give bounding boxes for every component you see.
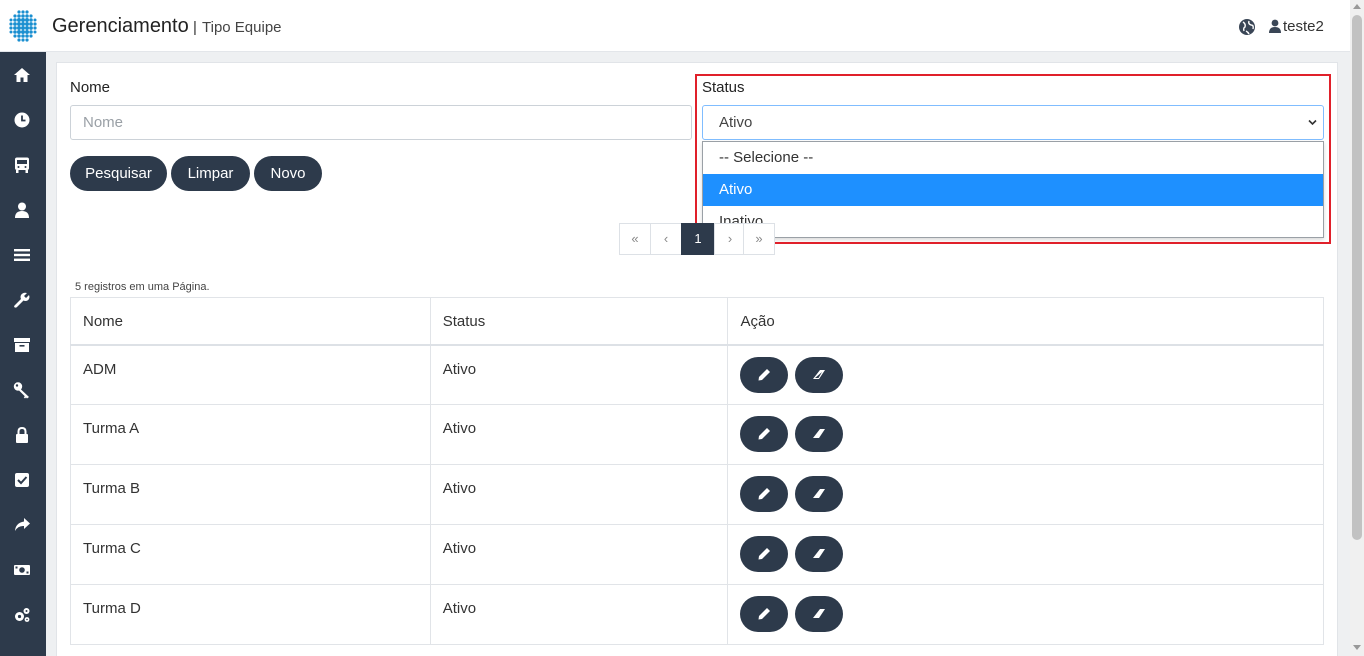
scroll-thumb[interactable] (1352, 15, 1362, 540)
table-row: Turma D Ativo (70, 584, 1324, 645)
results-table: Nome Status Ação ADM Ativo Turma A Ativo… (70, 297, 1324, 645)
user-icon[interactable] (13, 201, 31, 219)
cell-actions (727, 464, 1324, 525)
pencil-icon (758, 368, 771, 380)
bus-icon[interactable] (13, 156, 31, 174)
record-count: 5 registros em uma Página. (75, 281, 210, 293)
eraser-icon (812, 489, 825, 498)
page-next-button[interactable]: › (714, 223, 746, 255)
check-square-icon[interactable] (13, 471, 31, 489)
cell-status: Ativo (429, 344, 729, 405)
home-icon[interactable] (13, 66, 31, 84)
share-icon[interactable] (13, 516, 31, 534)
status-dropdown: -- Selecione -- Ativo Inativo (702, 141, 1324, 238)
edit-button[interactable] (740, 356, 789, 393)
new-button[interactable]: Novo (254, 156, 322, 191)
cell-status: Ativo (429, 464, 729, 525)
logo-icon[interactable] (6, 9, 40, 43)
archive-icon[interactable] (13, 336, 31, 354)
cell-nome: Turma D (70, 584, 431, 645)
user-icon[interactable] (1269, 19, 1281, 33)
title-separator: | (193, 19, 197, 36)
scrollbar[interactable] (1350, 0, 1364, 656)
delete-button[interactable] (794, 476, 843, 512)
status-option-ativo[interactable]: Ativo (703, 174, 1323, 206)
globe-icon[interactable] (1238, 18, 1256, 36)
chevron-down-icon (1308, 119, 1317, 126)
cell-actions (727, 344, 1324, 405)
status-label: Status (702, 79, 745, 96)
search-button[interactable]: Pesquisar (70, 156, 167, 191)
top-bar: Gerenciamento | Tipo Equipe teste2 (0, 0, 1350, 52)
table-row: Turma C Ativo (70, 524, 1324, 585)
eraser-icon (812, 429, 825, 438)
page-current-button[interactable]: 1 (681, 223, 715, 255)
cell-status: Ativo (429, 584, 729, 645)
status-option-inativo[interactable]: Inativo (703, 206, 1323, 238)
app-title: Gerenciamento (52, 15, 189, 37)
scroll-up-arrow-icon[interactable] (1353, 4, 1361, 9)
wrench-icon[interactable] (13, 291, 31, 309)
page-subtitle: Tipo Equipe (202, 19, 282, 36)
clear-button[interactable]: Limpar (171, 156, 250, 191)
key-icon[interactable] (13, 381, 31, 399)
page-last-button[interactable]: » (743, 223, 775, 255)
edit-button[interactable] (740, 536, 789, 572)
cell-nome: Turma C (70, 524, 431, 585)
cell-nome: Turma A (70, 404, 431, 465)
menu-icon[interactable] (13, 246, 31, 264)
delete-button[interactable] (794, 416, 843, 452)
pencil-icon (758, 548, 771, 560)
eraser-icon (812, 369, 825, 379)
cogs-icon[interactable] (13, 606, 31, 624)
eraser-icon (812, 609, 825, 618)
table-row: Turma B Ativo (70, 464, 1324, 525)
edit-button[interactable] (740, 596, 789, 632)
eraser-icon (812, 549, 825, 558)
status-select[interactable]: Ativo (702, 105, 1324, 140)
scroll-down-arrow-icon[interactable] (1353, 645, 1361, 650)
pencil-icon (758, 608, 771, 620)
cell-actions (727, 524, 1324, 585)
edit-button[interactable] (740, 476, 789, 512)
table-header-row: Nome Status Ação (70, 297, 1324, 346)
user-name[interactable]: teste2 (1283, 18, 1324, 35)
delete-button[interactable] (794, 536, 843, 572)
cell-nome: ADM (70, 344, 431, 405)
nome-input[interactable] (70, 105, 692, 140)
status-select-value: Ativo (719, 114, 753, 131)
page-prev-button[interactable]: ‹ (650, 223, 682, 255)
column-header-status[interactable]: Status (429, 297, 729, 346)
table-row: ADM Ativo (70, 344, 1324, 405)
lock-icon[interactable] (13, 426, 31, 444)
cell-actions (727, 404, 1324, 465)
status-option-selecione[interactable]: -- Selecione -- (703, 142, 1323, 174)
clock-icon[interactable] (13, 111, 31, 129)
sidebar (0, 52, 46, 656)
delete-button[interactable] (794, 596, 843, 632)
cell-actions (727, 584, 1324, 645)
edit-button[interactable] (740, 416, 789, 452)
column-header-acao: Ação (727, 297, 1324, 346)
cell-status: Ativo (429, 404, 729, 465)
cell-nome: Turma B (70, 464, 431, 525)
delete-button[interactable] (794, 356, 843, 393)
column-header-nome[interactable]: Nome (70, 297, 431, 346)
money-icon[interactable] (13, 561, 31, 579)
cell-status: Ativo (429, 524, 729, 585)
pencil-icon (758, 488, 771, 500)
pencil-icon (758, 428, 771, 440)
nome-label: Nome (70, 79, 111, 96)
page-first-button[interactable]: « (619, 223, 651, 255)
table-row: Turma A Ativo (70, 404, 1324, 465)
